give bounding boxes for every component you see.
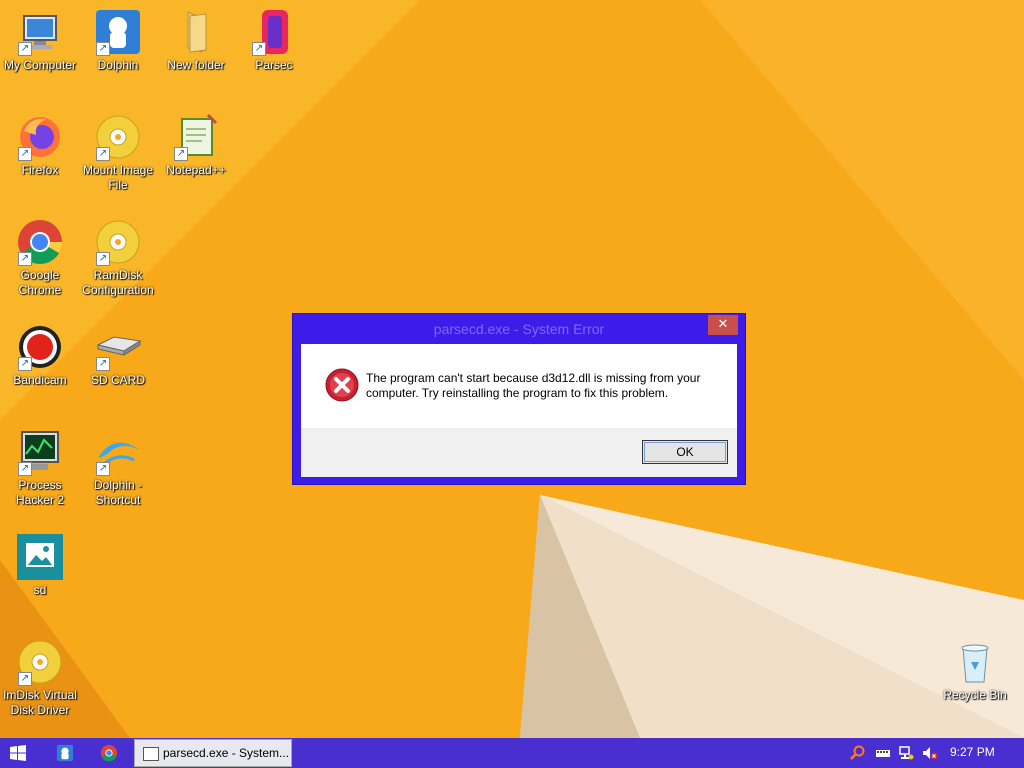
desktop-icon-dolphin[interactable]: ↗ Dolphin xyxy=(78,8,158,73)
shortcut-arrow-icon: ↗ xyxy=(18,357,32,371)
keyboard-icon[interactable] xyxy=(875,745,891,761)
desktop-icon-parsec[interactable]: ↗ Parsec xyxy=(234,8,314,73)
icon-label: New folder xyxy=(167,58,225,72)
icon-label: Dolphin - Shortcut xyxy=(93,478,143,507)
window-icon xyxy=(143,747,159,761)
desktop-icon-firefox[interactable]: ↗ Firefox xyxy=(0,113,80,178)
icon-label: My Computer xyxy=(3,58,77,72)
image-icon xyxy=(16,533,64,581)
shortcut-arrow-icon: ↗ xyxy=(252,42,266,56)
error-icon xyxy=(325,368,359,402)
close-button[interactable]: ✕ xyxy=(708,315,738,335)
icon-label: ImDisk Virtual Disk Driver xyxy=(3,688,77,717)
desktop-icon-chrome[interactable]: ↗ Google Chrome xyxy=(0,218,80,298)
system-error-dialog: parsecd.exe - System Error ✕ The program… xyxy=(292,313,746,485)
folder-icon xyxy=(172,8,220,56)
desktop-icon-process-hacker[interactable]: ↗ Process Hacker 2 xyxy=(0,428,80,508)
desktop-icon-ramdisk[interactable]: ↗ RamDisk Configuration xyxy=(78,218,158,298)
parsec-icon: ↗ xyxy=(250,8,298,56)
icon-label: Notepad++ xyxy=(166,163,226,177)
clock[interactable]: 9:27 PM xyxy=(950,745,995,759)
icon-label: Mount Image File xyxy=(82,163,154,192)
shortcut-arrow-icon: ↗ xyxy=(18,672,32,686)
icon-label: SD CARD xyxy=(90,373,145,387)
icon-label: Parsec xyxy=(255,58,293,72)
taskbar-app-parsecd[interactable]: parsecd.exe - System... xyxy=(134,739,292,767)
desktop-icon-sd-card[interactable]: ↗ SD CARD xyxy=(78,323,158,388)
firefox-icon: ↗ xyxy=(16,113,64,161)
dolphin-icon xyxy=(56,744,74,762)
shortcut-arrow-icon: ↗ xyxy=(96,462,110,476)
ok-button[interactable]: OK xyxy=(642,440,728,464)
windows-logo-icon xyxy=(10,745,26,761)
monitor-icon: ↗ xyxy=(16,428,64,476)
desktop-icon-imdisk[interactable]: ↗ ImDisk Virtual Disk Driver xyxy=(0,638,80,718)
notepad-icon: ↗ xyxy=(172,113,220,161)
shortcut-arrow-icon: ↗ xyxy=(18,147,32,161)
dialog-footer: OK xyxy=(301,428,737,477)
shortcut-arrow-icon: ↗ xyxy=(18,462,32,476)
desktop-icon-sd[interactable]: sd xyxy=(0,533,80,598)
chrome-icon xyxy=(100,744,118,762)
desktop-icon-recycle-bin[interactable]: Recycle Bin xyxy=(935,638,1015,703)
taskbar-app-label: parsecd.exe - System... xyxy=(163,746,290,760)
desktop-icon-notepad[interactable]: ↗ Notepad++ xyxy=(156,113,236,178)
chrome-icon: ↗ xyxy=(16,218,64,266)
desktop-icon-dolphin-shortcut[interactable]: ↗ Dolphin - Shortcut xyxy=(78,428,158,508)
taskbar-dolphin-pin[interactable] xyxy=(48,738,82,768)
shortcut-arrow-icon: ↗ xyxy=(96,42,110,56)
icon-label: Dolphin xyxy=(97,58,139,72)
taskbar: parsecd.exe - System... 9:27 PM xyxy=(0,738,1024,768)
icon-label: Google Chrome xyxy=(18,268,62,297)
disc-icon: ↗ xyxy=(16,638,64,686)
computer-icon: ↗ xyxy=(16,8,64,56)
bandicam-icon: ↗ xyxy=(16,323,64,371)
recycle-bin-icon xyxy=(951,638,999,686)
error-message: The program can't start because d3d12.dl… xyxy=(366,371,701,400)
desktop-icon-my-computer[interactable]: ↗ My Computer xyxy=(0,8,80,73)
icon-label: Bandicam xyxy=(13,373,67,387)
shortcut-arrow-icon: ↗ xyxy=(18,252,32,266)
desktop-icon-new-folder[interactable]: New folder xyxy=(156,8,236,73)
desktop-icon-mount-image[interactable]: ↗ Mount Image File xyxy=(78,113,158,193)
search-icon[interactable] xyxy=(850,745,866,761)
dolphin-logo-icon: ↗ xyxy=(94,428,142,476)
disc-icon: ↗ xyxy=(94,218,142,266)
shortcut-arrow-icon: ↗ xyxy=(96,147,110,161)
icon-label: Process Hacker 2 xyxy=(15,478,65,507)
icon-label: RamDisk Configuration xyxy=(82,268,154,297)
shortcut-arrow-icon: ↗ xyxy=(18,42,32,56)
start-button[interactable] xyxy=(0,738,36,768)
icon-label: Recycle Bin xyxy=(943,688,1007,702)
network-icon[interactable] xyxy=(898,745,914,761)
shortcut-arrow-icon: ↗ xyxy=(174,147,188,161)
shortcut-arrow-icon: ↗ xyxy=(96,357,110,371)
dialog-content: The program can't start because d3d12.dl… xyxy=(301,344,737,428)
dialog-title[interactable]: parsecd.exe - System Error xyxy=(293,314,745,344)
volume-muted-icon[interactable] xyxy=(922,745,938,761)
icon-label: Firefox xyxy=(21,163,59,177)
taskbar-chrome-pin[interactable] xyxy=(92,738,126,768)
desktop-icon-bandicam[interactable]: ↗ Bandicam xyxy=(0,323,80,388)
icon-label: sd xyxy=(33,583,47,597)
dolphin-icon: ↗ xyxy=(94,8,142,56)
disc-icon: ↗ xyxy=(94,113,142,161)
drive-icon: ↗ xyxy=(94,323,142,371)
shortcut-arrow-icon: ↗ xyxy=(96,252,110,266)
